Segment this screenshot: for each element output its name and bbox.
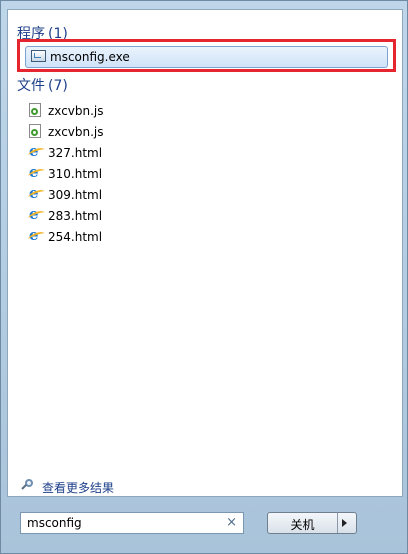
file-item[interactable]: e 327.html xyxy=(29,144,229,164)
arrow-right-icon[interactable] xyxy=(342,519,347,527)
highlight-box: msconfig.exe xyxy=(17,39,396,72)
magnifier-icon xyxy=(22,479,36,493)
file-item-label: 254.html xyxy=(48,230,103,244)
shutdown-button[interactable]: 关机 xyxy=(267,512,357,534)
file-item[interactable]: zxcvbn.js xyxy=(29,102,229,122)
file-item-label: 310.html xyxy=(48,167,103,181)
result-item-label: msconfig.exe xyxy=(50,50,130,64)
result-item-msconfig[interactable]: msconfig.exe xyxy=(25,46,388,68)
file-item[interactable]: e 283.html xyxy=(29,207,229,227)
start-menu: 程序 (1) msconfig.exe 文件 (7) zxcvbn.js zxcvb… xyxy=(0,0,408,554)
js-file-icon xyxy=(29,124,41,138)
ie-icon: e xyxy=(29,165,44,180)
files-heading-label: 文件 xyxy=(17,78,45,94)
files-count: (7) xyxy=(48,78,68,94)
file-item-label: zxcvbn.js xyxy=(48,125,104,139)
shutdown-divider xyxy=(337,513,338,533)
file-item-label: 283.html xyxy=(48,209,103,223)
file-item[interactable]: zxcvbn.js xyxy=(29,123,229,143)
file-item[interactable]: e 254.html xyxy=(29,228,229,248)
search-input-value: msconfig xyxy=(27,516,82,530)
ie-icon: e xyxy=(29,228,44,243)
ie-icon: e xyxy=(29,186,44,201)
ie-icon: e xyxy=(29,144,44,159)
see-more-results-label: 查看更多结果 xyxy=(42,481,115,495)
shutdown-button-label: 关机 xyxy=(290,518,315,532)
file-item[interactable]: e 310.html xyxy=(29,165,229,185)
program-window-icon xyxy=(31,50,46,62)
ie-icon: e xyxy=(29,207,44,222)
file-item-label: 309.html xyxy=(48,188,103,202)
file-item-label: 327.html xyxy=(48,146,103,160)
files-heading: 文件 (7) xyxy=(17,75,68,95)
search-results-panel: 程序 (1) msconfig.exe 文件 (7) zxcvbn.js zxcvb… xyxy=(7,9,403,497)
search-input[interactable]: msconfig × xyxy=(20,512,244,534)
file-item-label: zxcvbn.js xyxy=(48,104,104,118)
js-file-icon xyxy=(29,103,41,117)
clear-icon[interactable]: × xyxy=(226,515,237,530)
file-item[interactable]: e 309.html xyxy=(29,186,229,206)
